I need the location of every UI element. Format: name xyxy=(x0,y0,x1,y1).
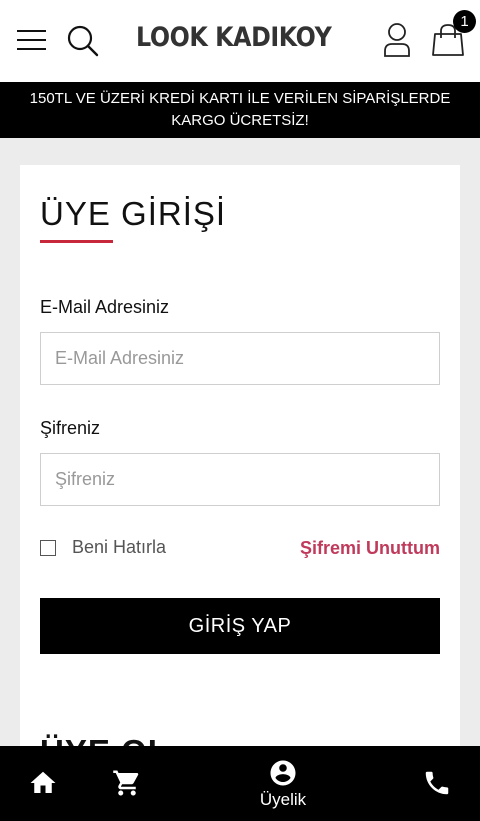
promo-banner: 150TL VE ÜZERİ KREDİ KARTI İLE VERİLEN S… xyxy=(0,82,480,138)
cart-icon[interactable] xyxy=(112,768,142,798)
title-underline xyxy=(40,240,113,243)
login-submit-button[interactable]: GİRİŞ YAP xyxy=(40,598,440,654)
home-icon[interactable] xyxy=(28,768,58,798)
password-field[interactable] xyxy=(40,453,440,506)
user-icon[interactable] xyxy=(382,22,412,58)
search-icon[interactable] xyxy=(66,24,100,58)
phone-icon[interactable] xyxy=(422,768,452,798)
logo[interactable]: LOOK KADIKOY xyxy=(136,22,332,62)
promo-line-1: 150TL VE ÜZERİ KREDİ KARTI İLE VERİLEN S… xyxy=(29,90,451,107)
account-nav-label: Üyelik xyxy=(259,790,307,809)
cart-count-badge: 1 xyxy=(453,10,476,33)
account-nav-item[interactable]: Üyelik xyxy=(252,758,314,816)
forgot-password-link[interactable]: Şifremi Unuttum xyxy=(300,538,440,559)
page-title: ÜYE GİRİŞİ xyxy=(40,195,227,232)
header: LOOK KADIKOY 1 xyxy=(0,0,480,82)
remember-me-label[interactable]: Beni Hatırla xyxy=(72,537,166,558)
account-circle-icon xyxy=(270,760,296,786)
password-label: Şifreniz xyxy=(40,418,101,438)
promo-line-2: KARGO ÜCRETSİZ! xyxy=(171,112,309,129)
remember-me-checkbox[interactable] xyxy=(40,540,56,556)
email-field[interactable] xyxy=(40,332,440,385)
bottom-nav xyxy=(0,746,480,821)
hamburger-menu-icon[interactable] xyxy=(17,29,47,51)
email-label: E-Mail Adresiniz xyxy=(40,297,170,317)
login-card: ÜYE GİRİŞİ E-Mail Adresiniz Şifreniz Ben… xyxy=(20,165,460,821)
